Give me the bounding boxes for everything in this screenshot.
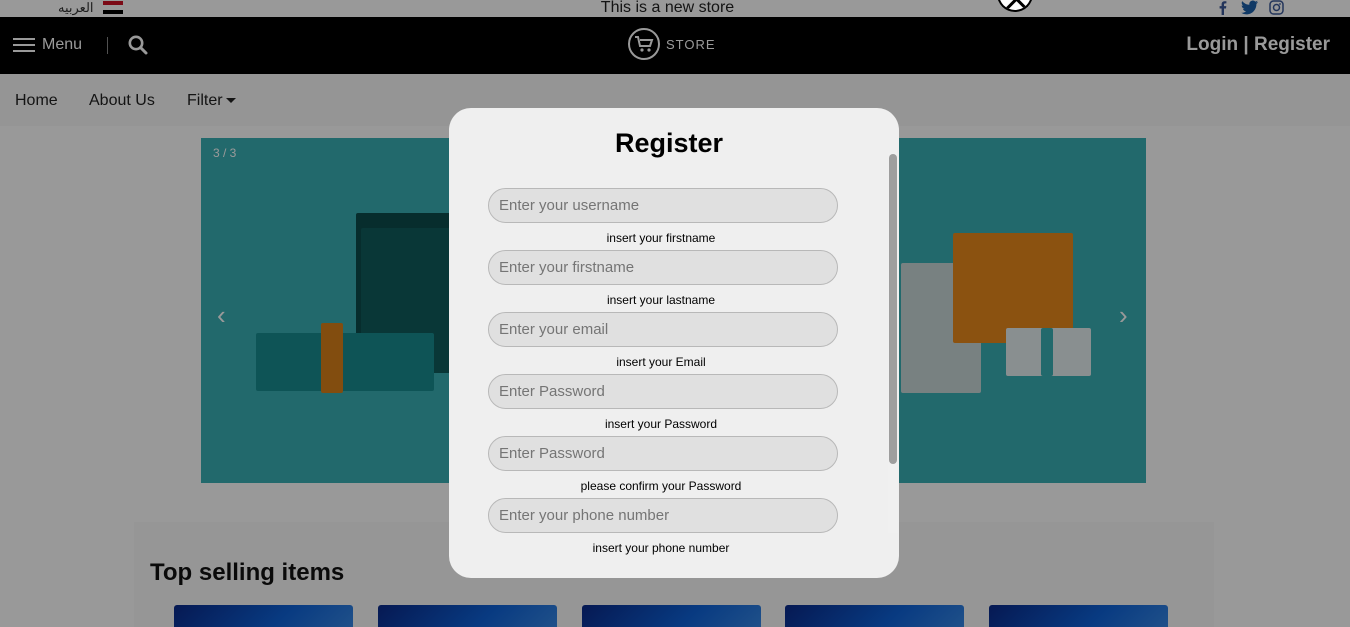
firstname-input[interactable] <box>488 250 838 285</box>
confirm-password-hint: please confirm your Password <box>580 479 742 493</box>
username-input[interactable] <box>488 188 838 223</box>
password-hint: insert your Password <box>604 417 718 431</box>
email-hint: insert your Email <box>616 355 706 369</box>
modal-scrollbar-thumb[interactable] <box>889 154 897 464</box>
confirm-password-input[interactable] <box>488 436 838 471</box>
email-input[interactable] <box>488 312 838 347</box>
firstname-hint: insert your lastname <box>606 293 716 307</box>
username-hint: insert your firstname <box>606 231 716 245</box>
modal-title: Register <box>614 128 724 158</box>
register-modal: Register insert your firstname insert yo… <box>449 108 899 578</box>
password-input[interactable] <box>488 374 838 409</box>
phone-input[interactable] <box>488 498 838 533</box>
phone-hint: insert your phone number <box>592 541 730 555</box>
